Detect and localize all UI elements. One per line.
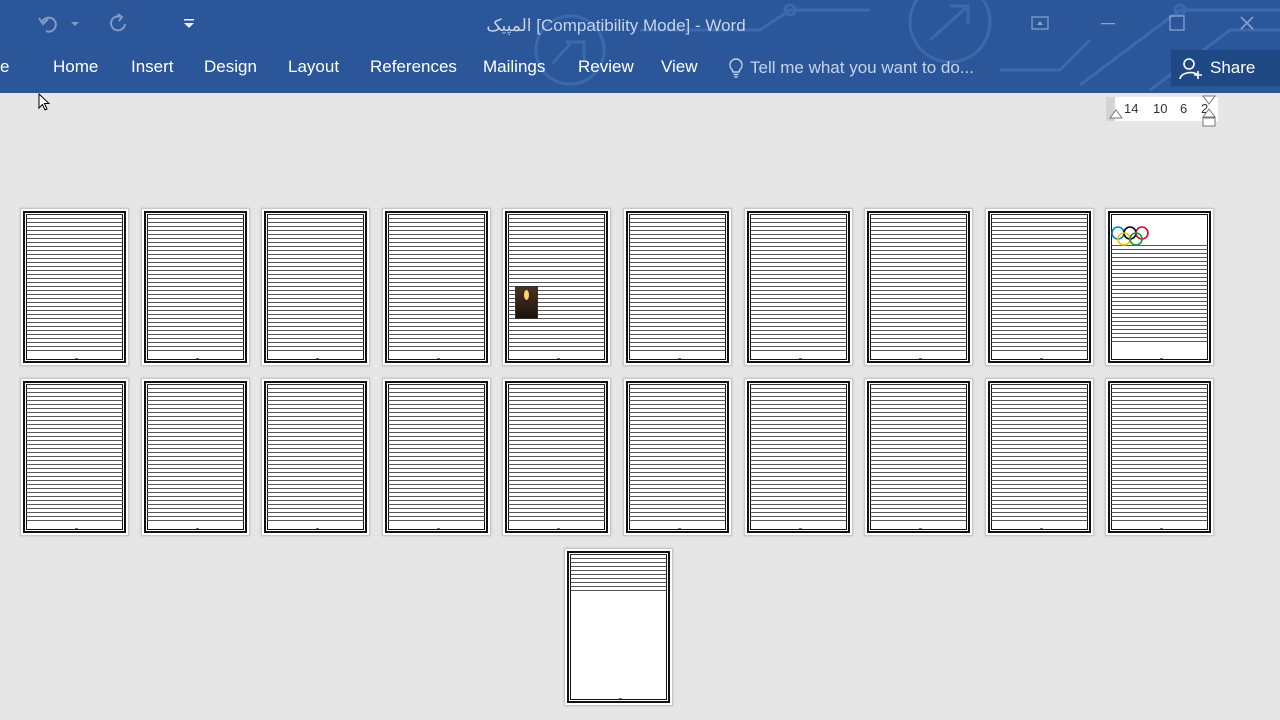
page-text-lines [629, 384, 726, 522]
page-text-lines [1111, 245, 1208, 345]
minimize-button[interactable] [1085, 4, 1131, 42]
tab-file[interactable]: e [0, 57, 9, 77]
page-thumbnail[interactable] [1105, 378, 1214, 536]
page-text-lines [870, 384, 967, 522]
page-thumbnail[interactable] [564, 548, 673, 706]
page-thumbnail[interactable] [502, 208, 611, 366]
page-text-lines [570, 554, 667, 594]
page-thumbnail[interactable] [864, 378, 973, 536]
page-number-mark [315, 358, 319, 359]
page-number-mark [436, 358, 440, 359]
page-text-lines [750, 384, 847, 522]
page-text-lines [26, 214, 123, 352]
ribbon-display-options-button[interactable] [1017, 4, 1063, 42]
maximize-button[interactable] [1154, 4, 1200, 42]
page-text-lines [1111, 384, 1208, 522]
share-button[interactable]: Share [1171, 50, 1280, 86]
page-thumbnail[interactable] [20, 208, 129, 366]
page-text-lines [388, 214, 485, 352]
left-indent-marker[interactable] [1109, 108, 1123, 122]
page-text-lines [147, 384, 244, 522]
page-number-mark [436, 528, 440, 529]
page-text-lines [870, 214, 967, 352]
lightbulb-icon [729, 58, 743, 78]
page-thumbnail[interactable] [261, 208, 370, 366]
page-number-mark [1039, 528, 1043, 529]
tab-review[interactable]: Review [578, 57, 634, 77]
olympic-rings-image [1111, 226, 1149, 246]
page-thumbnail[interactable] [261, 378, 370, 536]
page-number-mark [1159, 358, 1163, 359]
document-name: المپیک [486, 16, 532, 35]
page-thumbnail[interactable] [623, 378, 732, 536]
mouse-cursor-icon [38, 93, 51, 111]
page-text-lines [750, 214, 847, 352]
page-number-mark [918, 358, 922, 359]
page-text-lines [147, 214, 244, 352]
page-text-lines [629, 214, 726, 352]
page-number-mark [195, 358, 199, 359]
page-thumbnail[interactable] [382, 378, 491, 536]
page-number-mark [1159, 528, 1163, 529]
page-number-mark [798, 528, 802, 529]
close-button[interactable] [1224, 4, 1270, 42]
page-thumbnail[interactable] [1105, 208, 1214, 366]
torch-image [515, 286, 538, 319]
tab-references[interactable]: References [370, 57, 457, 77]
page-number-mark [315, 528, 319, 529]
page-number-mark [677, 358, 681, 359]
minimize-icon [1101, 23, 1115, 25]
page-number-mark [195, 528, 199, 529]
page-thumbnail[interactable] [744, 208, 853, 366]
close-icon [1240, 16, 1254, 30]
tab-insert[interactable]: Insert [131, 57, 174, 77]
share-label: Share [1210, 58, 1256, 77]
page-thumbnail[interactable] [141, 208, 250, 366]
tell-me-placeholder: Tell me what you want to do... [750, 58, 974, 77]
tab-view[interactable]: View [661, 57, 698, 77]
page-number-mark [74, 528, 78, 529]
person-add-icon [1179, 58, 1202, 80]
page-thumbnail[interactable] [623, 208, 732, 366]
ruler-tick: 14 [1124, 101, 1139, 116]
tab-home[interactable]: Home [53, 57, 98, 77]
page-number-mark [798, 358, 802, 359]
page-number-mark [556, 528, 560, 529]
page-text-lines [26, 384, 123, 522]
page-text-lines [267, 214, 364, 352]
tab-layout[interactable]: Layout [288, 57, 339, 77]
ruler-tick: 6 [1180, 101, 1188, 116]
page-text-lines [508, 214, 605, 352]
page-text-lines [267, 384, 364, 522]
page-text-lines [991, 214, 1088, 352]
page-number-mark [74, 358, 78, 359]
tab-mailings[interactable]: Mailings [483, 57, 545, 77]
page-thumbnail[interactable] [744, 378, 853, 536]
page-thumbnail[interactable] [141, 378, 250, 536]
page-number-mark [556, 358, 560, 359]
tell-me-search[interactable]: Tell me what you want to do... [728, 56, 974, 80]
page-text-lines [991, 384, 1088, 522]
page-thumbnail[interactable] [985, 208, 1094, 366]
page-thumbnail[interactable] [864, 208, 973, 366]
page-number-mark [918, 528, 922, 529]
title-ribbon-band: المپیک [Compatibility Mode] - Word e Hom… [0, 0, 1280, 93]
page-thumbnail[interactable] [985, 378, 1094, 536]
ruler-tick: 10 [1153, 101, 1168, 116]
page-thumbnail[interactable] [502, 378, 611, 536]
page-number-mark [677, 528, 681, 529]
tab-design[interactable]: Design [204, 57, 257, 77]
maximize-icon [1169, 15, 1185, 31]
ribbon-display-icon [1031, 16, 1049, 30]
right-indent-marker[interactable] [1201, 95, 1217, 129]
page-number-mark [618, 698, 622, 699]
page-number-mark [1039, 358, 1043, 359]
page-thumbnail[interactable] [382, 208, 491, 366]
page-thumbnail[interactable] [20, 378, 129, 536]
page-text-lines [388, 384, 485, 522]
page-text-lines [508, 384, 605, 522]
title-suffix: [Compatibility Mode] - Word [531, 16, 746, 35]
